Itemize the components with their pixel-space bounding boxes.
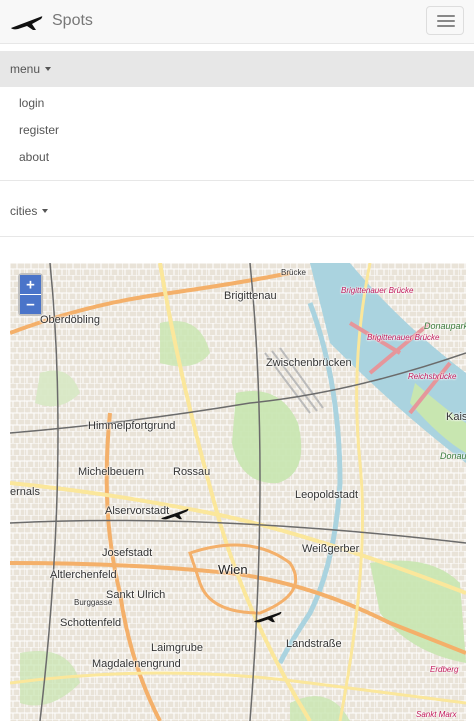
zoom-in-button[interactable]: +: [20, 275, 41, 294]
airplane-icon: [11, 16, 43, 30]
map-label: Laimgrube: [151, 642, 203, 654]
menu-dropdown-toggle[interactable]: menu: [0, 51, 474, 87]
caret-down-icon: [42, 209, 49, 213]
menu-toggle-label: menu: [10, 62, 41, 76]
menu-item-about[interactable]: about: [19, 150, 49, 164]
map-label: Himmelpfortgrund: [88, 420, 176, 432]
map-label: Brücke: [281, 268, 306, 277]
map-label: Donau: [440, 451, 466, 461]
menu-toggle-label-wrap: menu: [10, 62, 52, 76]
map-label: Brigittenauer Brücke: [341, 286, 414, 295]
map-label: Weißgerber: [302, 543, 360, 555]
map-label: Oberdöbling: [40, 314, 100, 326]
map-label: Sankt Ulrich: [106, 589, 166, 601]
divider: [0, 180, 474, 181]
navbar-toggle-button[interactable]: [426, 6, 464, 35]
map-label: Leopoldstadt: [295, 489, 358, 501]
map-label: Brigittenauer Brücke: [367, 333, 440, 342]
map-label: Sankt Marx: [416, 710, 457, 719]
map-label: ernals: [10, 486, 40, 498]
navbar: Spots: [0, 0, 474, 44]
caret-down-icon: [45, 67, 52, 71]
brand-title: Spots: [52, 12, 93, 29]
map-label: Wien: [218, 562, 248, 577]
cities-dropdown-toggle[interactable]: cities: [10, 204, 49, 218]
menu-item-login[interactable]: login: [19, 96, 44, 110]
map-label: Rossau: [173, 466, 211, 478]
brand[interactable]: Spots: [10, 10, 93, 32]
menu-item-register[interactable]: register: [19, 123, 59, 137]
cities-toggle-label: cities: [10, 204, 38, 218]
map-label: Donaupark: [424, 321, 466, 331]
map-label: Erdberg: [430, 665, 459, 674]
map-label: Altlerchenfeld: [50, 569, 117, 581]
map-label: Schottenfeld: [60, 617, 122, 629]
map-tiles: [10, 263, 466, 721]
zoom-control: + −: [18, 273, 43, 316]
map[interactable]: Oberdöbling Brigittenau Brücke Brigitten…: [10, 263, 466, 721]
airplane-marker-icon[interactable]: [160, 506, 190, 520]
map-label: Burggasse: [74, 598, 113, 607]
airplane-marker-icon[interactable]: [253, 609, 283, 623]
map-label: Brigittenau: [224, 290, 277, 302]
divider: [0, 236, 474, 237]
zoom-out-button[interactable]: −: [20, 294, 41, 314]
map-label: Magdalenengrund: [92, 658, 181, 670]
map-label: Reichsbrücke: [408, 372, 457, 381]
map-label: Josefstadt: [102, 547, 153, 559]
map-label: Michelbeuern: [78, 466, 145, 478]
map-label: Zwischenbrücken: [266, 357, 352, 369]
map-label: Landstraße: [286, 638, 342, 650]
map-label: Kais: [446, 411, 466, 423]
